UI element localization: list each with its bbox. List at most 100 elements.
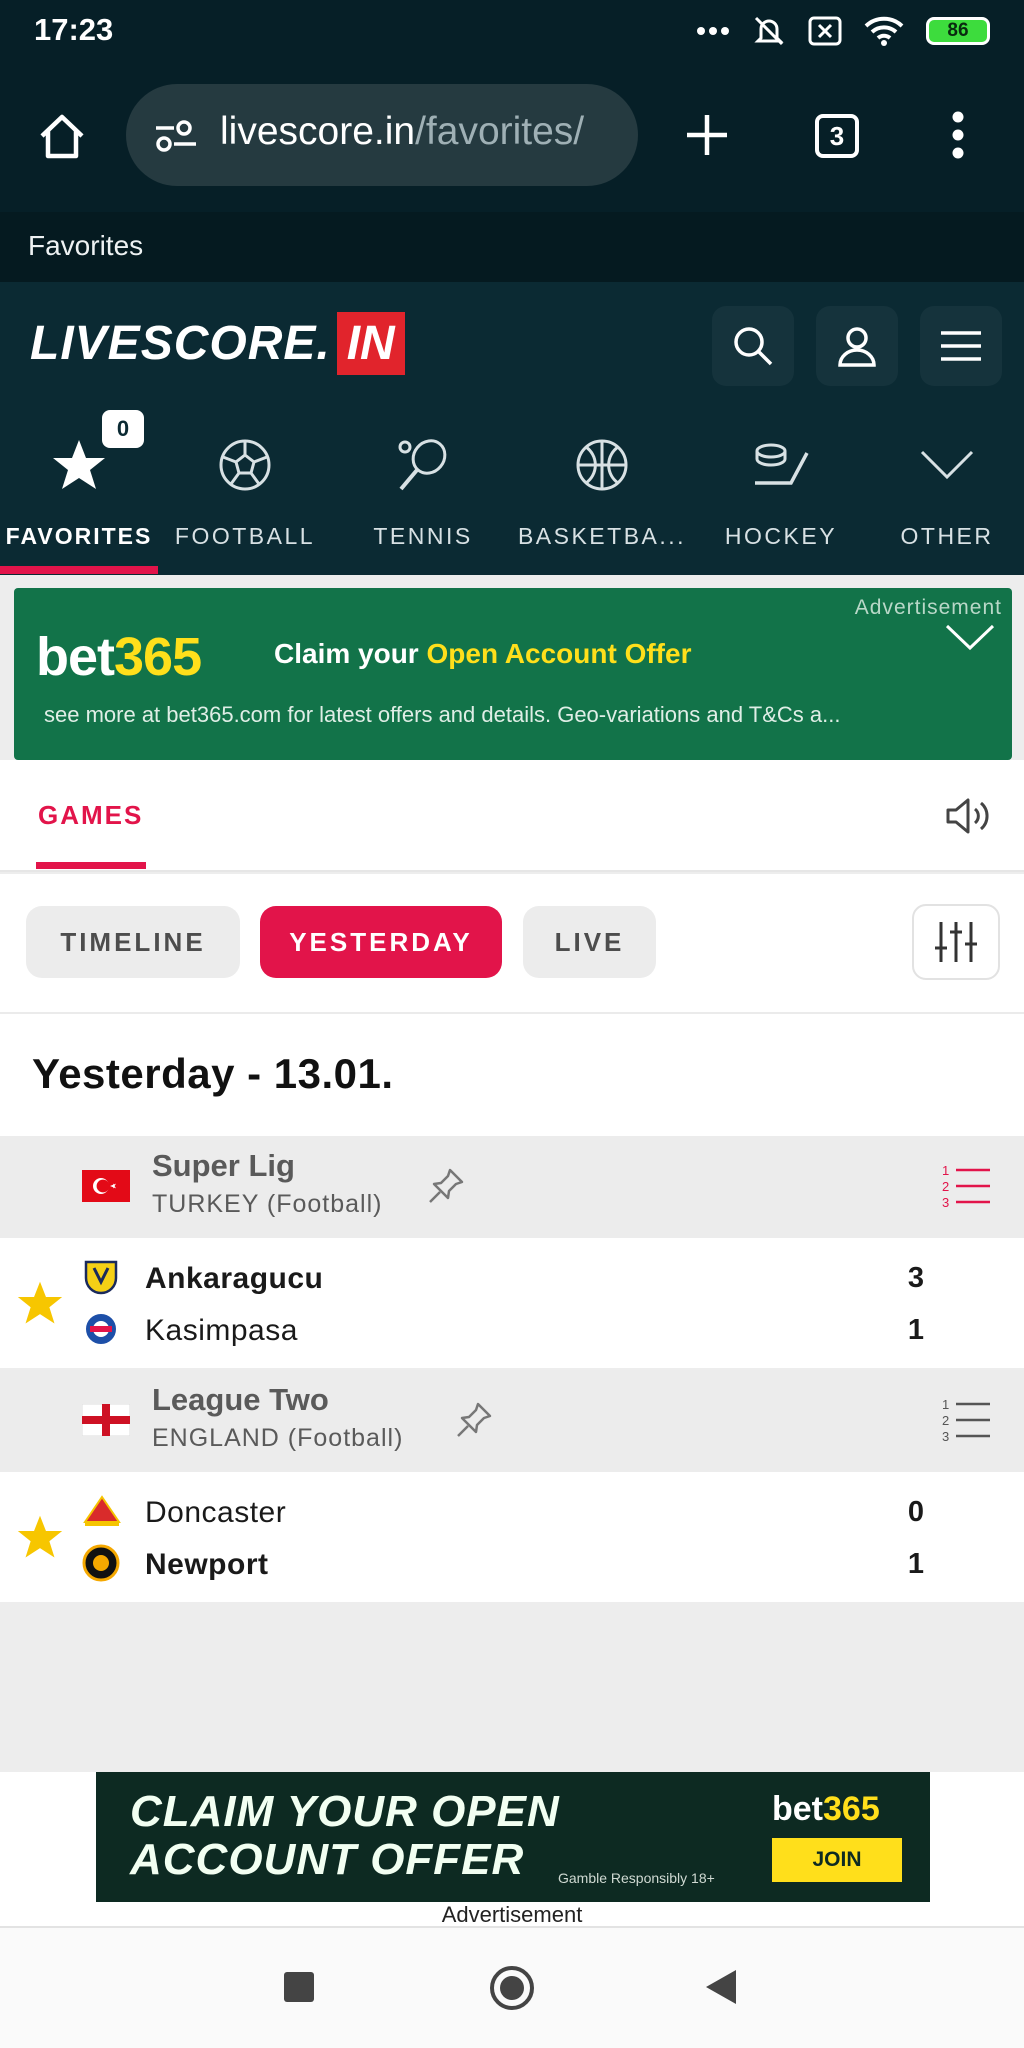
tennis-icon <box>398 439 447 491</box>
battery-icon: 86 <box>926 17 990 45</box>
star-icon <box>53 440 105 489</box>
site-logo[interactable]: LIVESCORE. IN <box>30 310 405 376</box>
home-team[interactable]: Ankaragucu <box>145 1262 323 1296</box>
away-score: 1 <box>907 1548 925 1580</box>
ad-label: Advertisement <box>854 596 1002 619</box>
tab-switcher-button[interactable]: 3 <box>815 114 859 158</box>
turkey-flag-icon <box>82 1170 130 1202</box>
ad-brand-logo: bet365 <box>36 626 202 688</box>
sliders-icon <box>935 922 977 962</box>
ad-claim-b: Open Account Offer <box>426 638 692 669</box>
standings-icon[interactable]: 123 <box>940 1160 992 1210</box>
doncaster-logo-icon <box>83 1495 121 1526</box>
games-tab-indicator <box>36 862 146 869</box>
logo-text: LIVESCORE. <box>30 316 331 370</box>
svg-text:2: 2 <box>942 1179 949 1194</box>
search-button[interactable] <box>712 306 794 386</box>
home-score: 3 <box>907 1262 925 1294</box>
ad-subtext: see more at bet365.com for latest offers… <box>44 702 841 727</box>
ad-headline: Claim your Open Account Offer <box>274 638 691 670</box>
tab-other[interactable]: OTHER <box>872 425 1022 575</box>
league-name[interactable]: Super Lig <box>152 1148 295 1184</box>
filter-yesterday[interactable]: YESTERDAY <box>260 906 502 978</box>
user-icon <box>838 327 876 367</box>
tab-tennis[interactable]: TENNIS <box>348 425 498 575</box>
tab-football[interactable]: FOOTBALL <box>170 425 320 575</box>
favorites-count-badge: 0 <box>102 410 144 448</box>
away-team[interactable]: Kasimpasa <box>145 1314 298 1348</box>
standings-icon[interactable]: 123 <box>940 1394 992 1444</box>
match-row[interactable] <box>0 1238 1024 1368</box>
tab-tennis-label: TENNIS <box>373 523 473 549</box>
url-path: /favorites/ <box>415 110 585 153</box>
bottom-ad-line2: ACCOUNT OFFER <box>130 1835 525 1884</box>
logo-badge: IN <box>336 311 405 375</box>
bottom-ad-banner[interactable]: CLAIM YOUR OPEN ACCOUNT OFFER bet365 JOIN… <box>96 1772 930 1902</box>
content-tabs <box>0 760 1024 872</box>
bottom-ad-brand: bet365 <box>772 1790 880 1829</box>
menu-button[interactable] <box>920 306 1002 386</box>
hockey-icon <box>755 443 809 485</box>
page-title: Favorites <box>0 212 1024 282</box>
tab-basketball-label: BASKETBA... <box>517 523 687 549</box>
league-country: TURKEY (Football) <box>152 1190 383 1218</box>
new-tab-icon[interactable] <box>684 112 730 158</box>
match-row[interactable] <box>0 1472 1024 1602</box>
sound-icon[interactable] <box>944 796 992 836</box>
more-dots-icon <box>697 27 729 35</box>
ad-claim-a: Claim your <box>274 638 427 669</box>
ad-expand-icon[interactable] <box>944 622 996 652</box>
recents-icon[interactable] <box>282 1970 316 2004</box>
tab-favorites-label: FAVORITES <box>5 523 153 549</box>
tab-football-label: FOOTBALL <box>174 523 316 549</box>
account-button[interactable] <box>816 306 898 386</box>
svg-text:2: 2 <box>942 1413 949 1428</box>
date-heading: Yesterday - 13.01. <box>32 1050 394 1097</box>
bottom-ad-brand-b: 365 <box>823 1790 880 1828</box>
site-settings-icon[interactable] <box>154 118 198 154</box>
bottom-ad-disclaimer: Gamble Responsibly 18+ <box>558 1870 715 1886</box>
tab-hockey-label: HOCKEY <box>724 523 838 549</box>
home-icon[interactable] <box>36 110 88 162</box>
tab-other-label: OTHER <box>900 523 994 549</box>
bottom-ad-join-button[interactable]: JOIN <box>772 1838 902 1882</box>
ankaragucu-logo-icon <box>84 1260 118 1295</box>
bottom-ad-headline: CLAIM YOUR OPEN ACCOUNT OFFER <box>130 1788 560 1884</box>
home-score: 0 <box>907 1496 925 1528</box>
hamburger-icon <box>941 331 981 361</box>
url-text[interactable]: livescore.in/favorites/ <box>220 110 620 154</box>
overflow-menu-icon[interactable] <box>950 110 966 160</box>
bottom-ad-line1: CLAIM YOUR OPEN <box>130 1787 560 1836</box>
tab-basketball[interactable]: BASKETBA... <box>512 425 692 575</box>
favorite-star-icon[interactable] <box>16 1514 64 1560</box>
status-bar: 17:23 86 <box>0 0 1024 62</box>
url-host: livescore.in <box>220 110 416 153</box>
tab-hockey[interactable]: HOCKEY <box>706 425 856 575</box>
favorite-star-icon[interactable] <box>16 1280 64 1326</box>
basketball-icon <box>576 439 628 491</box>
filter-live[interactable]: LIVE <box>523 906 656 978</box>
sim-off-icon <box>808 16 842 46</box>
league-name[interactable]: League Two <box>152 1382 329 1418</box>
home-team[interactable]: Doncaster <box>145 1496 286 1530</box>
newport-logo-icon <box>82 1544 120 1582</box>
home-circle-icon[interactable] <box>488 1964 536 2012</box>
kasimpasa-logo-icon <box>84 1312 118 1346</box>
wifi-icon <box>864 16 904 46</box>
football-icon <box>219 439 271 491</box>
svg-text:1: 1 <box>942 1397 949 1412</box>
away-team[interactable]: Newport <box>145 1548 269 1582</box>
tab-games[interactable]: GAMES <box>38 800 143 831</box>
ad-brand-b: 365 <box>114 627 202 687</box>
svg-text:3: 3 <box>942 1429 949 1444</box>
bottom-ad-label: Advertisement <box>441 1902 583 1927</box>
filter-timeline[interactable]: TIMELINE <box>26 906 240 978</box>
pin-icon[interactable] <box>426 1166 466 1206</box>
active-tab-indicator <box>0 566 158 574</box>
pin-icon[interactable] <box>454 1400 494 1440</box>
search-icon <box>734 327 773 366</box>
back-icon[interactable] <box>704 1968 738 2006</box>
status-time: 17:23 <box>34 12 114 47</box>
away-score: 1 <box>907 1314 925 1346</box>
filter-settings-button[interactable] <box>912 904 1000 980</box>
